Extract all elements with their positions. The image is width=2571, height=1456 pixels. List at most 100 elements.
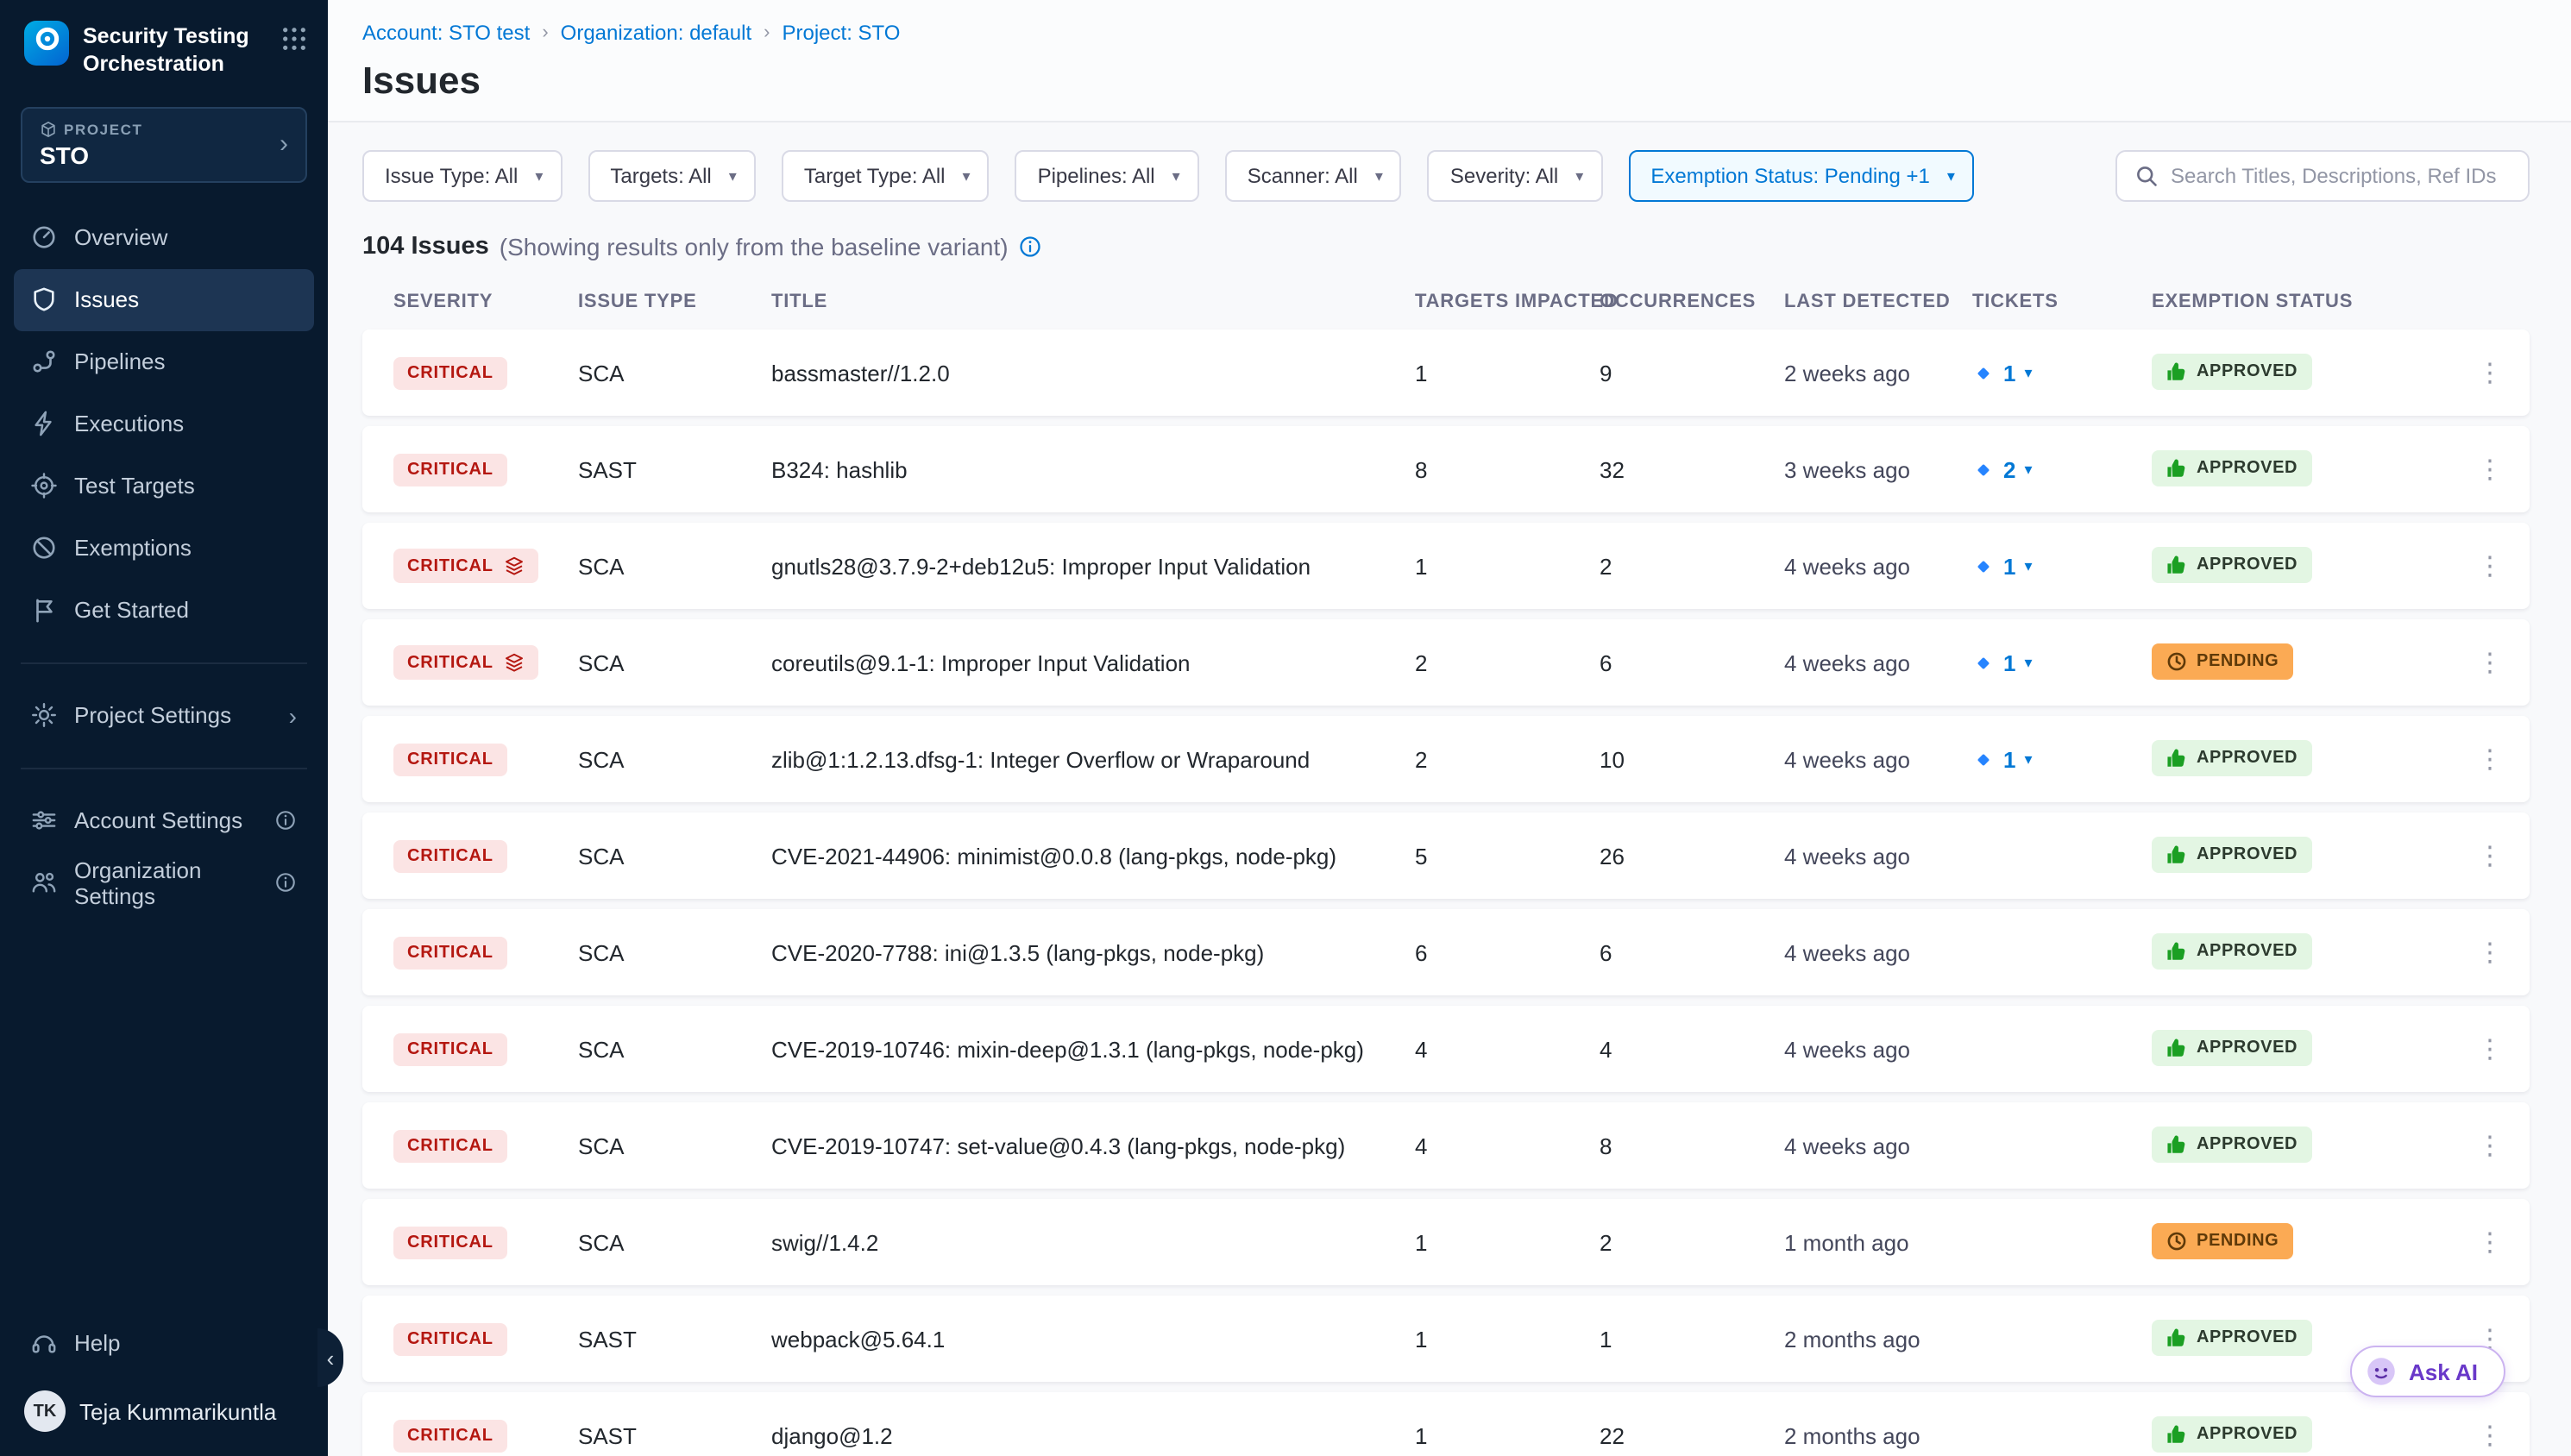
filter-pipelines[interactable]: Pipelines: All ▾ bbox=[1015, 150, 1199, 202]
chevron-down-icon: ▾ bbox=[1947, 166, 1955, 185]
row-menu-button[interactable]: ⋮ bbox=[2464, 650, 2516, 675]
breadcrumb-link[interactable]: Organization: default bbox=[561, 21, 752, 45]
pending-clock-icon bbox=[2166, 1230, 2188, 1252]
exemption-status-badge: PENDING bbox=[2152, 643, 2292, 680]
chevron-down-icon: ▾ bbox=[535, 166, 543, 185]
sidebar-item-project-settings[interactable]: Project Settings › bbox=[14, 684, 314, 746]
row-menu-button[interactable]: ⋮ bbox=[2464, 1229, 2516, 1255]
thumbs-up-icon bbox=[2166, 1327, 2188, 1349]
ticket-dropdown[interactable]: 1▾ bbox=[1972, 650, 2152, 675]
row-menu-button[interactable]: ⋮ bbox=[2464, 456, 2516, 482]
layers-icon bbox=[504, 653, 525, 674]
help-button[interactable]: Help bbox=[14, 1311, 314, 1373]
column-header: ISSUE TYPE bbox=[578, 292, 771, 312]
issue-title: zlib@1:1.2.13.dfsg-1: Integer Overflow o… bbox=[771, 746, 1415, 772]
severity-label: CRITICAL bbox=[407, 944, 493, 963]
sliders-icon bbox=[31, 807, 57, 833]
table-row[interactable]: CRITICAL SCA CVE-2021-44906: minimist@0.… bbox=[362, 813, 2530, 899]
table-row[interactable]: CRITICAL SCA CVE-2019-10746: mixin-deep@… bbox=[362, 1006, 2530, 1092]
sidebar-item-organization-settings[interactable]: Organization Settings bbox=[14, 851, 314, 913]
severity-badge: CRITICAL bbox=[393, 454, 507, 486]
test-targets-icon bbox=[31, 473, 57, 499]
severity-badge: CRITICAL bbox=[393, 646, 538, 681]
page-title: Issues bbox=[362, 59, 2530, 104]
severity-badge: CRITICAL bbox=[393, 1227, 507, 1259]
filter-issue-type[interactable]: Issue Type: All ▾ bbox=[362, 150, 562, 202]
row-menu-button[interactable]: ⋮ bbox=[2464, 939, 2516, 965]
sidebar-item-account-settings[interactable]: Account Settings bbox=[14, 789, 314, 851]
filter-severity[interactable]: Severity: All ▾ bbox=[1428, 150, 1602, 202]
table-row[interactable]: CRITICAL SCA coreutils@9.1-1: Improper I… bbox=[362, 619, 2530, 706]
severity-badge: CRITICAL bbox=[393, 549, 538, 584]
table-row[interactable]: CRITICAL SAST webpack@5.64.1 1 1 2 month… bbox=[362, 1296, 2530, 1382]
divider bbox=[21, 767, 307, 769]
table-row[interactable]: CRITICAL SCA zlib@1:1.2.13.dfsg-1: Integ… bbox=[362, 716, 2530, 802]
table-row[interactable]: CRITICAL SAST django@1.2 1 22 2 months a… bbox=[362, 1392, 2530, 1456]
info-icon[interactable] bbox=[1019, 235, 1043, 259]
breadcrumb-link[interactable]: Project: STO bbox=[783, 21, 901, 45]
table-row[interactable]: CRITICAL SCA CVE-2020-7788: ini@1.3.5 (l… bbox=[362, 909, 2530, 995]
column-header: TITLE bbox=[771, 292, 1415, 312]
status-label: APPROVED bbox=[2197, 1425, 2298, 1444]
table-row[interactable]: CRITICAL SAST B324: hashlib 8 32 3 weeks… bbox=[362, 426, 2530, 512]
row-menu-button[interactable]: ⋮ bbox=[2464, 1422, 2516, 1448]
project-selector[interactable]: PROJECT STO › bbox=[21, 106, 307, 182]
table-row[interactable]: CRITICAL SCA bassmaster//1.2.0 1 9 2 wee… bbox=[362, 329, 2530, 416]
user-menu[interactable]: TK Teja Kummarikuntla bbox=[0, 1373, 328, 1435]
help-label: Help bbox=[74, 1329, 121, 1355]
row-menu-button[interactable]: ⋮ bbox=[2464, 553, 2516, 579]
sidebar-item-overview[interactable]: Overview bbox=[14, 206, 314, 268]
sidebar-item-exemptions[interactable]: Exemptions bbox=[14, 517, 314, 579]
search-input[interactable] bbox=[2171, 164, 2511, 188]
targets-impacted: 5 bbox=[1415, 843, 1600, 869]
sidebar-item-executions[interactable]: Executions bbox=[14, 392, 314, 455]
row-menu-button[interactable]: ⋮ bbox=[2464, 1133, 2516, 1158]
issue-title: django@1.2 bbox=[771, 1422, 1415, 1448]
column-header: OCCURRENCES bbox=[1600, 292, 1784, 312]
search-box[interactable] bbox=[2115, 150, 2530, 202]
table-row[interactable]: CRITICAL SCA swig//1.4.2 1 2 1 month ago… bbox=[362, 1199, 2530, 1285]
issue-title: CVE-2019-10746: mixin-deep@1.3.1 (lang-p… bbox=[771, 1036, 1415, 1062]
sidebar-item-get-started[interactable]: Get Started bbox=[14, 579, 314, 641]
info-icon[interactable] bbox=[274, 809, 297, 832]
ticket-dropdown[interactable]: 1▾ bbox=[1972, 746, 2152, 772]
apps-grid-icon[interactable] bbox=[281, 26, 307, 60]
severity-badge: CRITICAL bbox=[393, 1130, 507, 1163]
filter-targets[interactable]: Targets: All ▾ bbox=[588, 150, 755, 202]
row-menu-button[interactable]: ⋮ bbox=[2464, 1036, 2516, 1062]
sidebar-item-issues[interactable]: Issues bbox=[14, 268, 314, 330]
issue-title: gnutls28@3.7.9-2+deb12u5: Improper Input… bbox=[771, 553, 1415, 579]
filter-scanner[interactable]: Scanner: All ▾ bbox=[1225, 150, 1402, 202]
row-menu-button[interactable]: ⋮ bbox=[2464, 843, 2516, 869]
ticket-count: 1 bbox=[2003, 746, 2015, 772]
severity-badge: CRITICAL bbox=[393, 357, 507, 390]
severity-label: CRITICAL bbox=[407, 1137, 493, 1156]
ask-ai-button[interactable]: Ask AI bbox=[2350, 1346, 2505, 1397]
table-row[interactable]: CRITICAL SCA gnutls28@3.7.9-2+deb12u5: I… bbox=[362, 523, 2530, 609]
exemption-status-badge: APPROVED bbox=[2152, 450, 2311, 486]
issue-title: coreutils@9.1-1: Improper Input Validati… bbox=[771, 650, 1415, 675]
issues-icon bbox=[31, 286, 57, 312]
issues-count-row: 104 Issues (Showing results only from th… bbox=[362, 233, 2530, 260]
table-row[interactable]: CRITICAL SCA CVE-2019-10747: set-value@0… bbox=[362, 1102, 2530, 1189]
pipelines-icon bbox=[31, 348, 57, 374]
sidebar-item-pipelines[interactable]: Pipelines bbox=[14, 330, 314, 392]
sidebar-nav: Overview Issues Pipelines Executions Tes… bbox=[0, 206, 328, 641]
chevron-down-icon: ▾ bbox=[2024, 460, 2032, 479]
sidebar-item-test-targets[interactable]: Test Targets bbox=[14, 455, 314, 517]
breadcrumb-link[interactable]: Account: STO test bbox=[362, 21, 530, 45]
filter-dropdown-label: Exemption Status: Pending +1 bbox=[1650, 164, 1930, 188]
ticket-dropdown[interactable]: 2▾ bbox=[1972, 456, 2152, 482]
organization-icon bbox=[31, 869, 57, 895]
info-icon[interactable] bbox=[274, 871, 297, 894]
status-label: APPROVED bbox=[2197, 749, 2298, 768]
app-root: Security Testing Orchestration PROJECT S… bbox=[0, 0, 2571, 1456]
ticket-dropdown[interactable]: 1▾ bbox=[1972, 360, 2152, 386]
ticket-dropdown[interactable]: 1▾ bbox=[1972, 553, 2152, 579]
filter-exemption-status[interactable]: Exemption Status: Pending +1 ▾ bbox=[1628, 150, 1974, 202]
filter-target-type[interactable]: Target Type: All ▾ bbox=[782, 150, 990, 202]
row-menu-button[interactable]: ⋮ bbox=[2464, 360, 2516, 386]
severity-label: CRITICAL bbox=[407, 1040, 493, 1059]
row-menu-button[interactable]: ⋮ bbox=[2464, 746, 2516, 772]
occurrences: 8 bbox=[1600, 1133, 1784, 1158]
